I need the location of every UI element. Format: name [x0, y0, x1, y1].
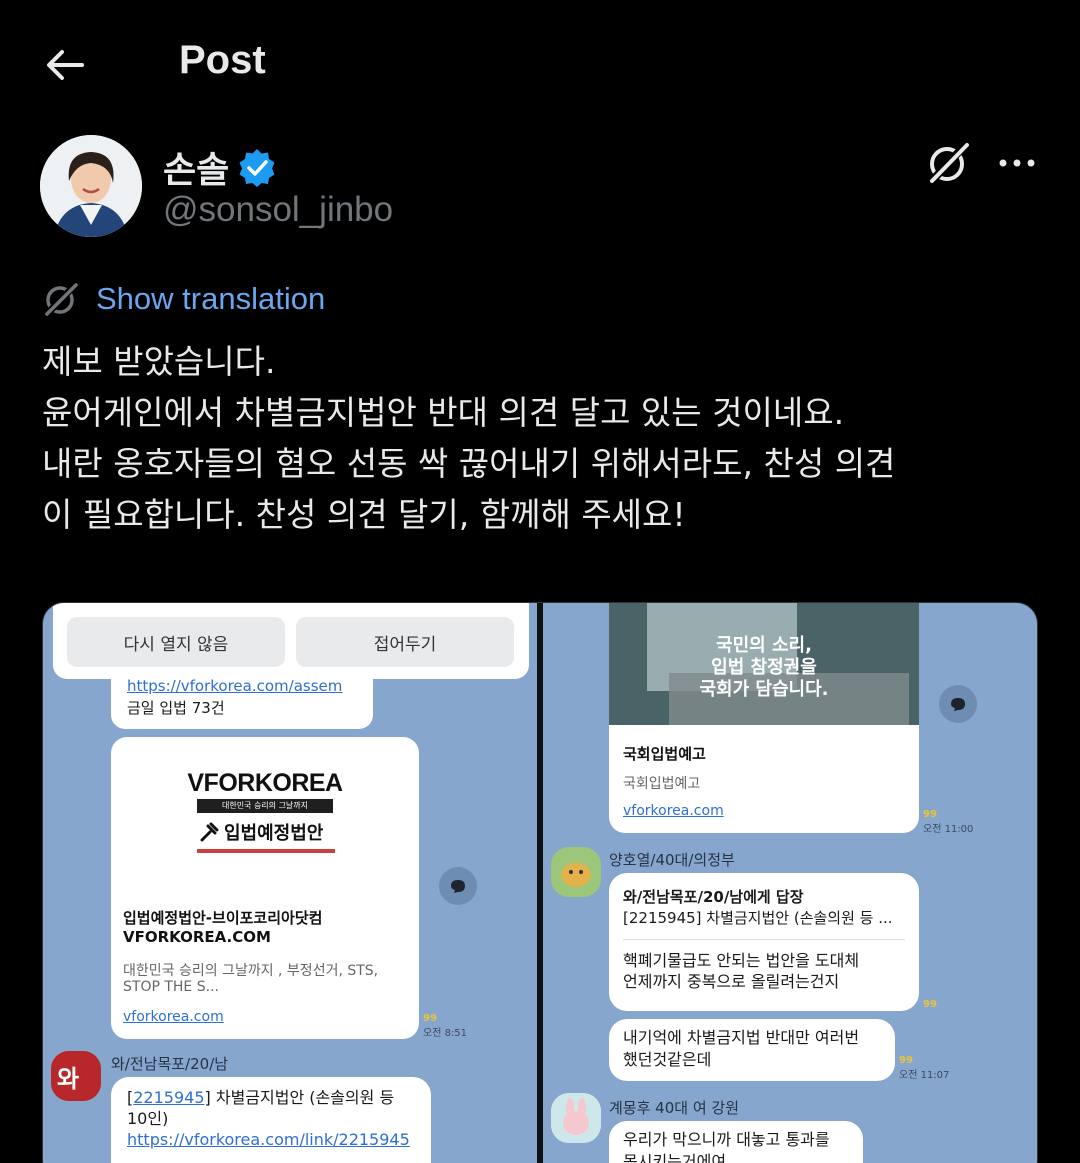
- read-count: 99: [423, 1013, 437, 1024]
- sender-name: 양호열/40대/의정부: [609, 851, 735, 869]
- read-count: 99: [923, 809, 937, 820]
- card-title: 국회입법예고: [623, 745, 706, 763]
- link-preview-card[interactable]: VFORKOREA 대한민국 승리의 그날까지 입법예정법안 입법예정법안-브이…: [111, 737, 419, 1039]
- message-text: 금일 입법 73건: [127, 699, 225, 717]
- show-translation[interactable]: Show translation: [42, 280, 325, 318]
- card-image-caption: 국민의 소리, 입법 참정권을 국회가 담습니다.: [609, 635, 919, 701]
- grok-icon: [927, 140, 970, 186]
- post-text: 제보 받았습니다. 윤어게인에서 차별금지법안 반대 의견 달고 있는 것이네요…: [42, 336, 1042, 540]
- card-logo: VFORKOREA: [187, 769, 343, 797]
- chat-message: [2215945] 차별금지법안 (손솔의원 등 10인) https://vf…: [111, 1077, 431, 1163]
- reply-quote: [2215945] 차별금지법안 (손솔의원 등 ...: [623, 909, 893, 927]
- read-count: 99: [899, 1055, 913, 1066]
- post-line: 내란 옹호자들의 혐오 선동 싹 끊어내기 위해서라도, 찬성 의견: [42, 444, 896, 483]
- share-icon: [951, 698, 965, 711]
- message-text: 언제까지 중복으로 올릴려는건지: [623, 972, 840, 991]
- caption-line: 국민의 소리,: [716, 635, 812, 656]
- avatar[interactable]: [40, 135, 142, 237]
- message-time: 99: [923, 999, 937, 1010]
- message-line: [2215945] 차별금지법안 (손솔의원 등: [127, 1088, 395, 1107]
- chat-screenshot-right[interactable]: 국민의 소리, 입법 참정권을 국회가 담습니다. 국회입법예고 국회입법예고 …: [543, 603, 1037, 1163]
- message-time: 99 오전 11:00: [923, 809, 973, 835]
- card-desc: 대한민국 승리의 그날까지 , 부정선거, STS,: [123, 963, 379, 979]
- message-link[interactable]: https://vforkorea.com/link/2215945: [127, 1129, 415, 1150]
- card-link[interactable]: vforkorea.com: [123, 1009, 224, 1025]
- user-handle[interactable]: @sonsol_jinbo: [163, 190, 393, 230]
- post-line: 이 필요합니다. 찬성 의견 달기, 함께해 주세요!: [42, 495, 686, 534]
- message-text: 우리가 막으니까 대놓고 통과를: [623, 1130, 830, 1149]
- collapse-button[interactable]: 접어두기: [296, 617, 514, 667]
- back-button[interactable]: [40, 40, 90, 90]
- card-banner: 입법예정법안: [199, 819, 323, 845]
- grok-button[interactable]: [923, 137, 975, 189]
- sender-name: 와/전남목포/20/남: [111, 1055, 229, 1073]
- share-button[interactable]: [939, 685, 977, 723]
- post-media[interactable]: 다시 열지 않음 접어두기 https://vforkorea.com/asse…: [42, 602, 1038, 1163]
- message-time: 99 오전 11:07: [899, 1055, 949, 1081]
- time-label: 오전 11:07: [899, 1070, 950, 1081]
- no-reopen-button[interactable]: 다시 열지 않음: [67, 617, 285, 667]
- more-icon: [999, 159, 1035, 167]
- caption-line: 입법 참정권을: [711, 657, 817, 678]
- sender-avatar[interactable]: [551, 847, 601, 897]
- message-text: 내기억에 차별금지법 반대만 여러번: [623, 1028, 860, 1047]
- read-count: 99: [923, 999, 937, 1010]
- card-tagline: 대한민국 승리의 그날까지: [197, 799, 333, 813]
- caption-line: 국회가 담습니다.: [699, 679, 829, 700]
- card-underline: [197, 849, 335, 853]
- more-options-button[interactable]: [995, 143, 1039, 183]
- time-label: 오전 8:51: [423, 1028, 468, 1039]
- message-text: 핵폐기물급도 안되는 법안을 도대체: [623, 951, 860, 970]
- chat-message: 내기억에 차별금지법 반대만 여러번 했던것같은데: [609, 1019, 895, 1081]
- share-button[interactable]: [439, 867, 477, 905]
- share-icon: [451, 880, 465, 893]
- message-text: 10인): [127, 1109, 169, 1128]
- top-bar: Post: [0, 0, 1080, 125]
- sender-avatar[interactable]: 와: [51, 1051, 101, 1101]
- link-preview-card[interactable]: 국민의 소리, 입법 참정권을 국회가 담습니다. 국회입법예고 국회입법예고 …: [609, 603, 919, 833]
- page-title: Post: [179, 38, 266, 82]
- card-link[interactable]: vforkorea.com: [623, 803, 724, 819]
- sender-name: 계몽후 40대 여 강원: [609, 1099, 739, 1117]
- post-line: 윤어게인에서 차별금지법안 반대 의견 달고 있는 것이네요.: [42, 393, 845, 432]
- sender-avatar[interactable]: [551, 1093, 601, 1143]
- display-name[interactable]: 손솔: [163, 141, 229, 193]
- verified-badge-icon[interactable]: [237, 147, 277, 187]
- post-line: 제보 받았습니다.: [42, 342, 276, 381]
- card-subtitle: 국회입법예고: [623, 776, 701, 792]
- message-text: ] 차별금지법안 (손솔의원 등: [204, 1088, 395, 1107]
- svg-text:와: 와: [57, 1065, 79, 1093]
- message-time: 99 오전 8:51: [423, 1013, 467, 1039]
- name-row: 손솔: [163, 141, 277, 193]
- show-translation-label[interactable]: Show translation: [96, 281, 325, 317]
- chat-message: 와/전남목포/20/남에게 답장 [2215945] 차별금지법안 (손솔의원 …: [609, 873, 919, 1011]
- card-banner-label: 입법예정법안: [224, 823, 324, 844]
- chat-screenshot-left[interactable]: 다시 열지 않음 접어두기 https://vforkorea.com/asse…: [43, 603, 537, 1163]
- card-image: 국민의 소리, 입법 참정권을 국회가 담습니다.: [609, 603, 919, 725]
- message-link[interactable]: https://vforkorea.com/assem: [127, 677, 357, 695]
- card-title: 입법예정법안-브이포코리아닷컴: [123, 909, 323, 927]
- post-author: 손솔 @sonsol_jinbo: [40, 135, 1040, 245]
- gavel-icon: [200, 822, 219, 842]
- time-label: 오전 11:00: [923, 824, 974, 835]
- reply-to: 와/전남목포/20/남에게 답장: [623, 888, 804, 906]
- card-domain-caps: VFORKOREA.COM: [123, 928, 271, 946]
- back-arrow-icon: [47, 50, 84, 80]
- message-text: 못시키는거에여: [623, 1152, 727, 1163]
- chat-message: https://vforkorea.com/assem 금일 입법 73건: [111, 673, 373, 729]
- translate-icon: [43, 281, 79, 318]
- message-link[interactable]: 2215945: [133, 1088, 204, 1107]
- card-desc: STOP THE S...: [123, 979, 219, 995]
- reply-divider: [623, 939, 905, 940]
- message-text: 했던것같은데: [623, 1050, 712, 1069]
- chat-message: 우리가 막으니까 대놓고 통과를 못시키는거에여: [609, 1121, 863, 1163]
